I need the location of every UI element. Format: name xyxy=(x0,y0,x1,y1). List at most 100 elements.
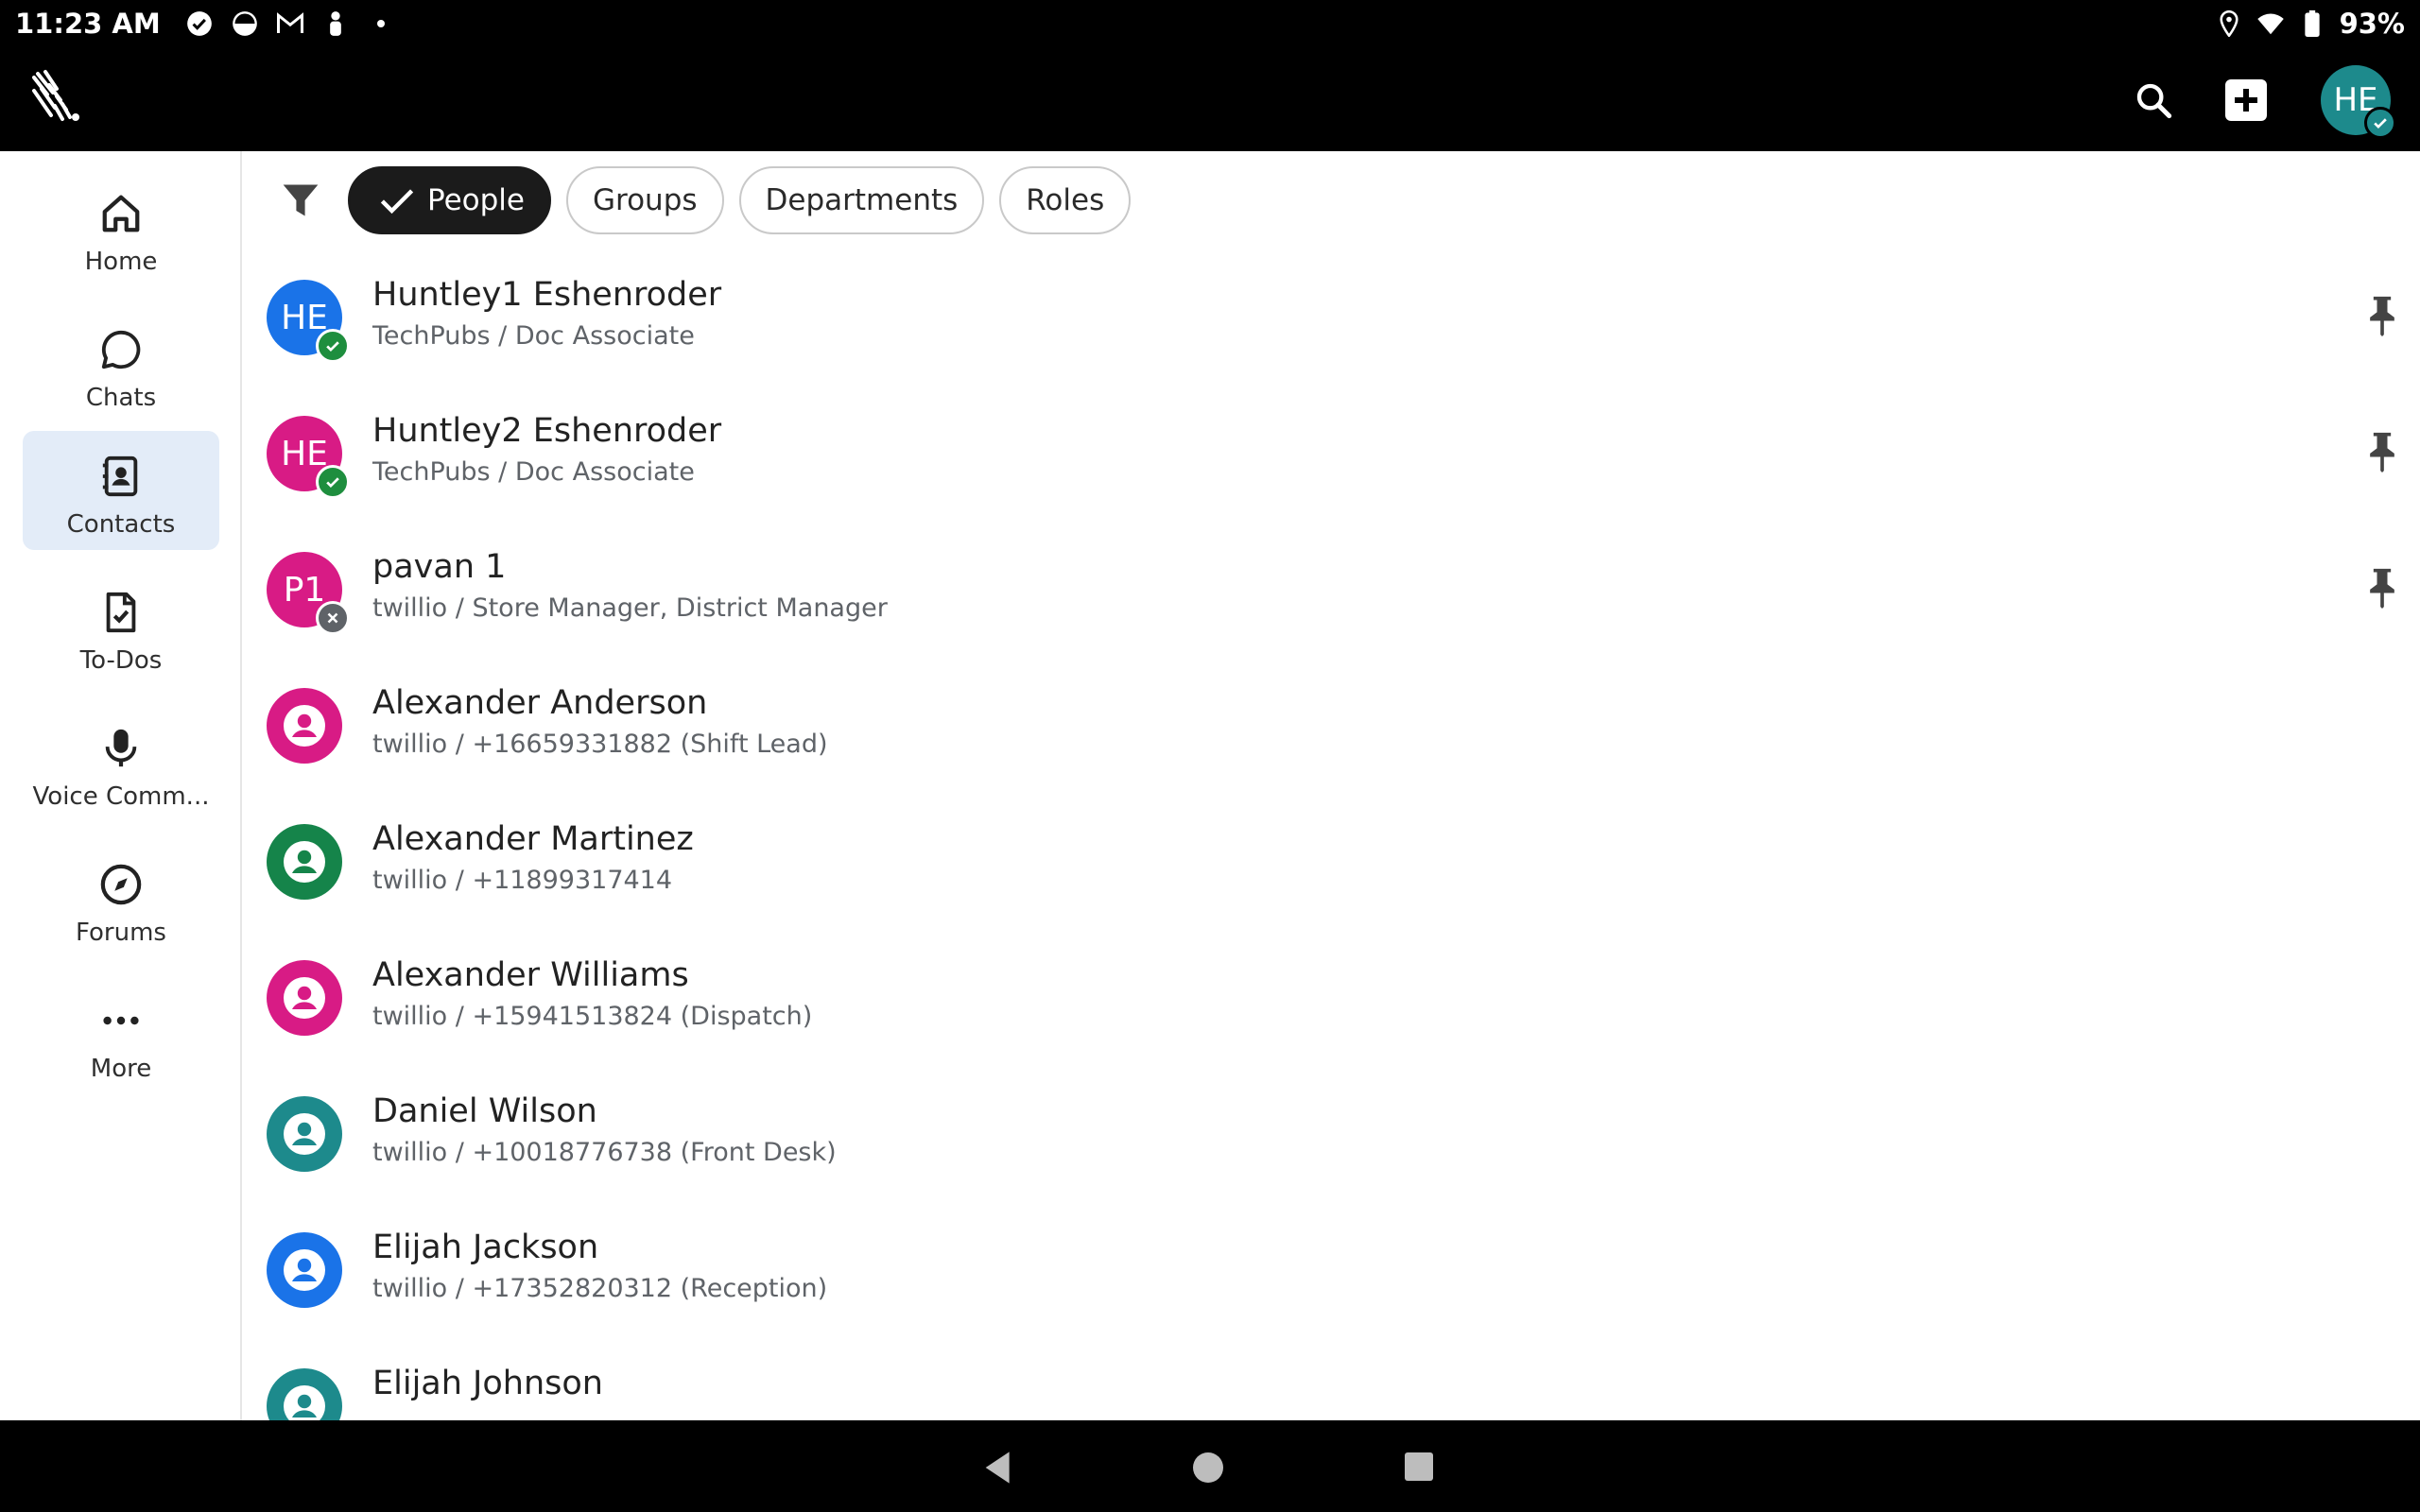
back-button[interactable] xyxy=(979,1449,1017,1486)
location-icon xyxy=(2215,9,2243,38)
contact-row[interactable]: HE Huntley1 Eshenroder TechPubs / Doc As… xyxy=(244,253,2420,389)
check-circle-icon xyxy=(185,9,214,38)
person-icon xyxy=(284,1113,325,1155)
pin-icon[interactable] xyxy=(2361,291,2403,340)
contact-initials: P1 xyxy=(283,570,326,610)
contact-row[interactable]: HE Huntley2 Eshenroder TechPubs / Doc As… xyxy=(244,389,2420,525)
nav-item-todos[interactable]: To-Dos xyxy=(23,567,219,686)
search-button[interactable] xyxy=(2127,74,2180,127)
contact-name: Elijah Jackson xyxy=(372,1228,599,1266)
dot-icon xyxy=(367,9,395,38)
status-time: 11:23 AM xyxy=(15,8,161,40)
profile-avatar[interactable]: HE xyxy=(2321,65,2396,139)
contact-row[interactable]: Alexander Martinez twillio / +1189931741… xyxy=(244,798,2420,934)
contact-name: Alexander Martinez xyxy=(372,820,694,858)
home-icon xyxy=(96,189,146,238)
chat-bubble-icon xyxy=(96,325,146,374)
side-navigation: Home Chats Contacts To-Dos Voice Comm...… xyxy=(0,151,242,1420)
person-icon xyxy=(321,9,350,38)
filter-bar: People Groups Departments Roles xyxy=(274,164,1132,236)
wifi-icon xyxy=(2256,9,2285,38)
person-icon xyxy=(284,705,325,747)
search-icon xyxy=(2136,83,2172,119)
contact-subtitle: twillio / +17352820312 (Reception) xyxy=(372,1274,828,1303)
person-icon xyxy=(284,977,325,1019)
contact-name: Huntley2 Eshenroder xyxy=(372,412,722,450)
nav-item-contacts[interactable]: Contacts xyxy=(23,431,219,550)
contact-subtitle: TechPubs / Doc Associate xyxy=(372,321,695,351)
add-button[interactable] xyxy=(2220,74,2273,127)
contact-subtitle: twillio / +15941513824 (Dispatch) xyxy=(372,1002,813,1031)
online-status-icon xyxy=(316,329,350,363)
nav-item-home[interactable]: Home xyxy=(23,168,219,287)
contact-avatar xyxy=(267,960,342,1036)
contact-name: Daniel Wilson xyxy=(372,1092,597,1130)
microphone-icon xyxy=(96,724,146,773)
compass-icon xyxy=(96,860,146,909)
online-status-icon xyxy=(316,465,350,499)
zebra-logo-icon[interactable] xyxy=(28,68,89,129)
chip-label-groups: Groups xyxy=(593,183,698,217)
contact-subtitle: twillio / +11899317414 xyxy=(372,866,673,895)
contact-name: pavan 1 xyxy=(372,548,507,586)
nav-label-todos: To-Dos xyxy=(79,646,163,675)
nav-label-chats: Chats xyxy=(85,384,157,412)
contact-avatar xyxy=(267,824,342,900)
offline-status-icon xyxy=(316,601,350,635)
contact-avatar xyxy=(267,1232,342,1308)
person-icon xyxy=(284,1249,325,1291)
contact-avatar xyxy=(267,688,342,764)
pin-icon[interactable] xyxy=(2361,563,2403,612)
contact-name: Alexander Anderson xyxy=(372,684,708,722)
chip-departments[interactable]: Departments xyxy=(738,166,985,234)
contact-row[interactable]: Alexander Williams twillio / +1594151382… xyxy=(244,934,2420,1070)
nav-item-voice-comm[interactable]: Voice Comm... xyxy=(23,703,219,822)
contact-initials: HE xyxy=(281,434,328,473)
nav-item-forums[interactable]: Forums xyxy=(23,839,219,958)
contact-row[interactable]: Alexander Anderson twillio / +1665933188… xyxy=(244,662,2420,798)
contact-avatar xyxy=(267,1368,342,1420)
contact-subtitle: twillio / Store Manager, District Manage… xyxy=(372,593,888,623)
contact-subtitle: twillio / +10018776738 (Front Desk) xyxy=(372,1138,837,1167)
nav-label-forums: Forums xyxy=(76,919,166,947)
online-status-icon xyxy=(2364,107,2396,139)
contacts-book-icon xyxy=(96,452,146,501)
back-triangle-icon xyxy=(985,1452,1010,1484)
nav-label-home: Home xyxy=(84,248,158,276)
recent-apps-button[interactable] xyxy=(1405,1452,1433,1481)
contact-row[interactable]: Elijah Jackson twillio / +17352820312 (R… xyxy=(244,1206,2420,1342)
chip-label-departments: Departments xyxy=(765,183,959,217)
notification-icons xyxy=(185,9,395,38)
contact-name: Elijah Johnson xyxy=(372,1365,603,1402)
chip-people[interactable]: People xyxy=(348,166,551,234)
contact-row[interactable]: Elijah Johnson xyxy=(244,1342,2420,1420)
chip-groups[interactable]: Groups xyxy=(566,166,724,234)
check-icon xyxy=(376,180,418,221)
chip-roles[interactable]: Roles xyxy=(999,166,1132,234)
todo-document-icon xyxy=(96,588,146,637)
pinwheel-icon xyxy=(231,9,259,38)
chip-label-roles: Roles xyxy=(1026,183,1105,217)
contact-subtitle: twillio / +16659331882 (Shift Lead) xyxy=(372,730,828,759)
system-indicators: 93% xyxy=(2215,8,2405,40)
battery-percentage: 93% xyxy=(2339,8,2405,40)
pin-icon[interactable] xyxy=(2361,427,2403,476)
nav-label-more: More xyxy=(90,1055,152,1083)
status-bar: 11:23 AM 93% xyxy=(0,0,2420,47)
more-dots-icon xyxy=(96,996,146,1045)
contact-subtitle: TechPubs / Doc Associate xyxy=(372,457,695,487)
contact-row[interactable]: P1 pavan 1 twillio / Store Manager, Dist… xyxy=(244,525,2420,662)
system-navigation-bar xyxy=(0,1420,2420,1512)
nav-item-more[interactable]: More xyxy=(23,975,219,1094)
contact-name: Huntley1 Eshenroder xyxy=(372,276,722,314)
contact-avatar xyxy=(267,1096,342,1172)
contact-row[interactable]: Daniel Wilson twillio / +10018776738 (Fr… xyxy=(244,1070,2420,1206)
chip-label-people: People xyxy=(427,183,525,217)
home-button[interactable] xyxy=(1193,1452,1223,1483)
nav-item-chats[interactable]: Chats xyxy=(23,304,219,423)
nav-label-voice-comm: Voice Comm... xyxy=(32,782,210,811)
filter-funnel-icon[interactable] xyxy=(274,174,327,227)
add-icon xyxy=(2225,79,2267,121)
top-app-bar: HE xyxy=(0,47,2420,151)
battery-icon xyxy=(2298,9,2326,38)
